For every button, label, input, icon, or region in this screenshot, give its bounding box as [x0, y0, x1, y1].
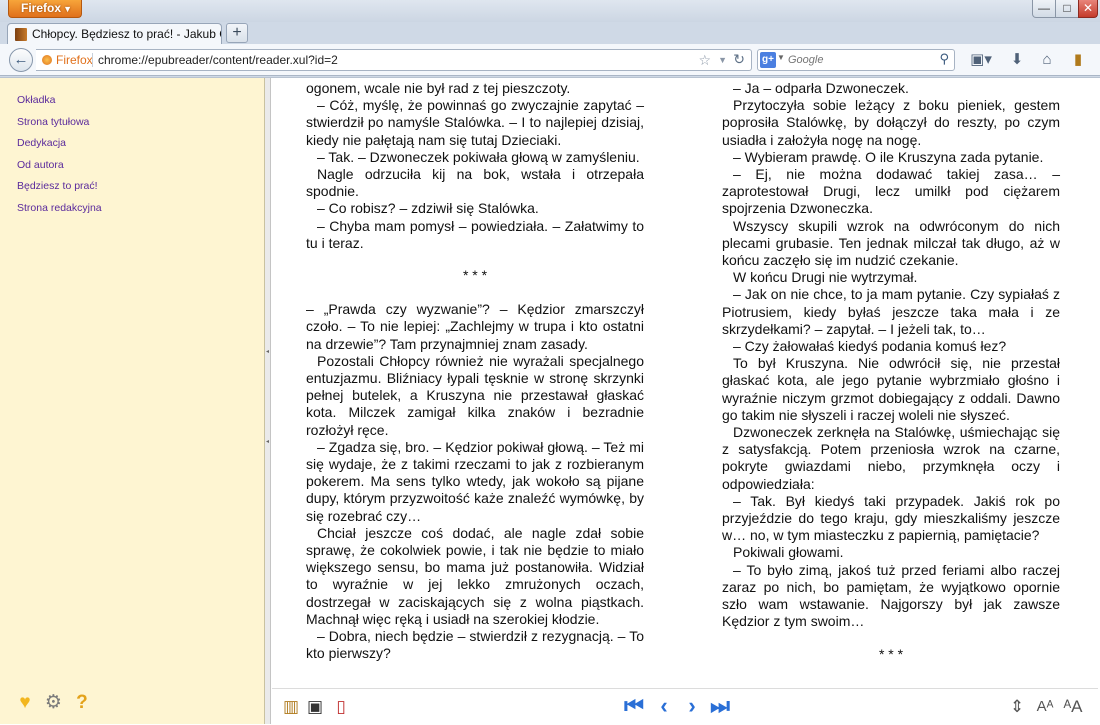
paragraph: Przytoczyła sobie leżący z boku pieniek,… — [722, 97, 1060, 148]
book-reader: ogonem, wcale nie był rad z tej pieszczo… — [272, 78, 1098, 688]
text-column-right: – Ja – odparła Dzwoneczek. Przytoczyła so… — [722, 80, 1060, 680]
toc-item[interactable]: Okładka — [17, 90, 264, 112]
google-plus-icon[interactable]: g+ — [760, 52, 776, 68]
help-icon[interactable]: ? — [71, 692, 93, 714]
tab-title: Chłopcy. Będziesz to prać! - Jakub Ćwiek — [32, 27, 221, 41]
paragraph: To był Kruszyna. Nie odwrócił się, nie p… — [722, 355, 1060, 423]
paragraph: W końcu Drugi nie wytrzymał. — [733, 269, 918, 286]
tab-strip: Chłopcy. Będziesz to prać! - Jakub Ćwiek… — [0, 22, 1100, 45]
arrow-left-icon: ← — [13, 51, 29, 68]
paragraph: Nagle odrzuciła kij na bok, wstała i otr… — [306, 166, 644, 200]
font-bigger-icon[interactable]: ᴬA — [1062, 696, 1084, 718]
firefox-logo-icon — [42, 55, 52, 65]
reload-icon[interactable]: ↻ — [733, 49, 745, 69]
bookmarks-menu-icon[interactable]: ▣▾ — [966, 50, 996, 70]
search-bar[interactable]: g+ ▼ ⚲ — [757, 49, 955, 71]
paragraph: – To było zimą, jakoś tuż przed feriami … — [722, 561, 1060, 630]
toc-sidebar: Okładka Strona tytułowa Dedykacja Od aut… — [0, 78, 265, 724]
toc-item[interactable]: Strona redakcyjna — [17, 198, 264, 220]
paragraph: Wszyscy skupili wzrok na odwróconym do n… — [722, 217, 1060, 269]
url-text[interactable]: chrome://epubreader/content/reader.xul?i… — [98, 50, 338, 70]
sidebar-footer: ♥ ⚙ ? — [14, 692, 95, 714]
paragraph: – Chyba mam pomysł – powiedziała. – Zała… — [306, 217, 644, 251]
book-icon — [15, 28, 27, 41]
browser-content: Okładka Strona tytułowa Dedykacja Od aut… — [0, 77, 1100, 725]
epubreader-icon[interactable]: ▮ — [1067, 50, 1089, 70]
paragraph: – Czy żałowałaś kiedyś podania komuś łez… — [733, 338, 1007, 355]
line-spacing-icon[interactable]: ⇕ — [1006, 696, 1028, 718]
paragraph: – Tak. Był kiedyś taki przypadek. Jakiś … — [722, 492, 1060, 544]
last-page-button[interactable]: ⏭ — [708, 695, 732, 719]
paragraph: – Ej, nie można dodawać takiej zasa… – z… — [722, 166, 1060, 217]
sidebar-splitter[interactable]: ◂ ◂ — [265, 78, 271, 724]
new-tab-button[interactable]: + — [226, 23, 248, 43]
first-page-button[interactable]: ⏮ — [622, 695, 646, 719]
paragraph: – Ja – odparła Dzwoneczek. — [733, 80, 909, 96]
home-icon[interactable]: ⌂ — [1036, 50, 1058, 70]
minimize-button[interactable]: — — [1032, 0, 1056, 18]
paragraph: – Zgadza się, bro. – Kędzior pokiwał gło… — [306, 438, 644, 524]
paragraph: Pozostali Chłopcy również nie wyrażali s… — [306, 352, 644, 438]
url-bar[interactable]: Firefox chrome://epubreader/content/read… — [36, 49, 752, 71]
toc-item[interactable]: Od autora — [17, 155, 264, 177]
engine-dropdown-icon[interactable]: ▼ — [777, 53, 785, 62]
library-icon[interactable]: ▥ — [280, 696, 302, 718]
identity-label: Firefox — [56, 53, 93, 67]
paragraph: – Tak. – Dzwoneczek pokiwała głową w zam… — [317, 148, 640, 165]
paragraph: ogonem, wcale nie był rad z tej pieszczo… — [306, 80, 571, 96]
text-column-left: ogonem, wcale nie był rad z tej pieszczo… — [306, 80, 644, 663]
reader-toolbar: ▥ ▣ ▯ ⏮ ‹ › ⏭ ⇕ Aᴬ ᴬA — [272, 688, 1098, 724]
back-button[interactable]: ← — [9, 48, 33, 72]
dropdown-arrow-icon: ▼ — [63, 4, 72, 14]
maximize-button[interactable]: □ — [1055, 0, 1079, 18]
paragraph: – Dobra, niech będzie – stwierdził z rez… — [306, 628, 644, 662]
save-icon[interactable]: ▣ — [304, 696, 326, 718]
paragraph: Pokiwali głowami. — [733, 544, 844, 561]
paragraph: – Co robisz? – zdziwił się Stalówka. — [317, 200, 539, 217]
gear-icon[interactable]: ⚙ — [42, 692, 64, 714]
section-separator: * * * — [462, 267, 488, 284]
bookmark-icon[interactable]: ▯ — [330, 696, 352, 718]
navigation-toolbar: ← Firefox chrome://epubreader/content/re… — [0, 44, 1100, 76]
paragraph: Chciał jeszcze coś dodać, ale nagle zdał… — [306, 524, 644, 627]
close-window-button[interactable]: ✕ — [1078, 0, 1098, 18]
heart-icon[interactable]: ♥ — [14, 692, 36, 714]
firefox-menu-label: Firefox — [21, 1, 62, 15]
url-separator — [92, 53, 93, 67]
paragraph: – Jak on nie chce, to ja mam pytanie. Cz… — [722, 286, 1060, 337]
font-smaller-icon[interactable]: Aᴬ — [1034, 696, 1056, 718]
section-separator: * * * — [878, 645, 904, 662]
grip-icon: ◂ — [266, 439, 270, 445]
star-icon[interactable]: ☆ — [698, 50, 711, 70]
history-dropdown-icon[interactable]: ▼ — [718, 50, 727, 70]
paragraph: Dzwoneczek zerknęła na Stalówkę, uśmiech… — [722, 424, 1060, 492]
search-input[interactable] — [788, 52, 928, 68]
paragraph: – Wybieram prawdę. O ile Kruszyna zada p… — [733, 148, 1044, 165]
toc-item[interactable]: Strona tytułowa — [17, 112, 264, 134]
site-identity[interactable]: Firefox — [42, 50, 93, 70]
prev-page-button[interactable]: ‹ — [652, 695, 676, 719]
download-icon[interactable]: ⬇ — [1006, 50, 1028, 70]
tab-active[interactable]: Chłopcy. Będziesz to prać! - Jakub Ćwiek — [7, 23, 222, 45]
firefox-menu-button[interactable]: Firefox ▼ — [8, 0, 82, 18]
paragraph: – Cóż, myślę, że powinnaś go zwyczajnie … — [306, 97, 644, 148]
window-titlebar: Firefox ▼ — □ ✕ — [0, 0, 1100, 22]
toc-item[interactable]: Dedykacja — [17, 133, 264, 155]
next-page-button[interactable]: › — [680, 695, 704, 719]
search-icon[interactable]: ⚲ — [939, 51, 949, 67]
paragraph: – „Prawda czy wyzwanie”? – Kędzior zmars… — [306, 301, 644, 352]
toc-item[interactable]: Będziesz to prać! — [17, 176, 264, 198]
grip-icon: ◂ — [266, 349, 270, 355]
table-of-contents: Okładka Strona tytułowa Dedykacja Od aut… — [0, 78, 264, 220]
